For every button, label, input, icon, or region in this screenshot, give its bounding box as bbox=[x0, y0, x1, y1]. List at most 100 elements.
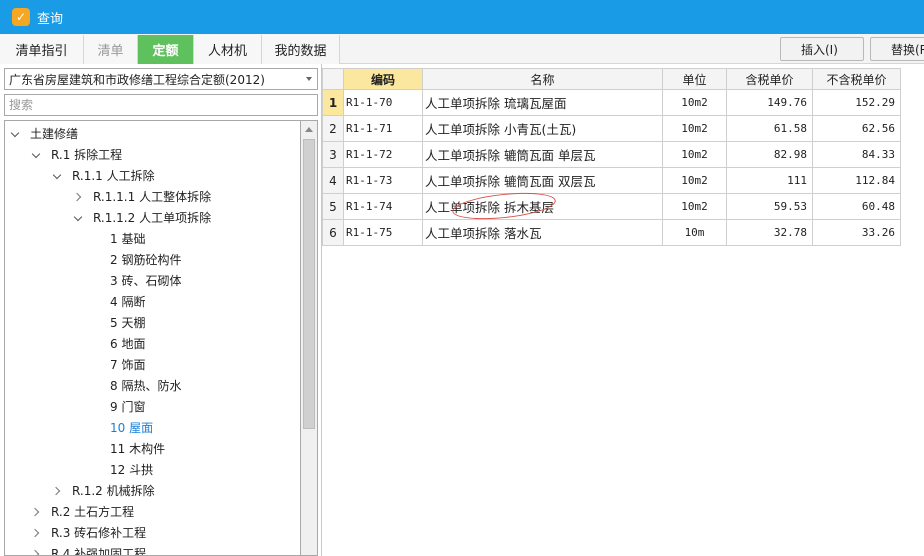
cell-name[interactable]: 人工单项拆除 琉璃瓦屋面 bbox=[422, 89, 663, 116]
table-row[interactable]: 4 R1-1-73 人工单项拆除 辘筒瓦面 双层瓦 10m2 111 112.8… bbox=[322, 167, 901, 194]
cell-name[interactable]: 人工单项拆除 拆木基层 bbox=[422, 193, 663, 220]
cell-notax-price[interactable]: 60.48 bbox=[812, 193, 901, 220]
tree-leaf[interactable]: 6 地面 bbox=[110, 333, 145, 354]
cell-unit[interactable]: 10m2 bbox=[662, 115, 727, 142]
cell-tax-price[interactable]: 111 bbox=[726, 167, 813, 194]
tree-node-label: 4 隔断 bbox=[110, 295, 146, 309]
cell-tax-price[interactable]: 149.76 bbox=[726, 89, 813, 116]
tree-node-label: 5 天棚 bbox=[110, 316, 146, 330]
row-number: 3 bbox=[322, 141, 344, 168]
tree-node-label: R.3 砖石修补工程 bbox=[51, 526, 147, 540]
cell-code[interactable]: R1-1-75 bbox=[343, 219, 423, 246]
tree-node-label: R.1.2 机械拆除 bbox=[72, 484, 155, 498]
tree-node[interactable]: 土建修缮 bbox=[11, 123, 78, 144]
cell-code[interactable]: R1-1-72 bbox=[343, 141, 423, 168]
chevron-down-icon[interactable] bbox=[53, 171, 63, 181]
tree-leaf[interactable]: 5 天棚 bbox=[110, 312, 145, 333]
tree-leaf[interactable]: 3 砖、石砌体 bbox=[110, 270, 181, 291]
column-header-tax-price[interactable]: 含税单价 bbox=[726, 68, 813, 90]
tab-my-data[interactable]: 我的数据 bbox=[262, 35, 340, 64]
row-number: 5 bbox=[322, 193, 344, 220]
chevron-right-icon[interactable] bbox=[32, 549, 42, 556]
tree-node-label: 12 斗拱 bbox=[110, 463, 154, 477]
row-number: 6 bbox=[322, 219, 344, 246]
cell-code[interactable]: R1-1-71 bbox=[343, 115, 423, 142]
cell-notax-price[interactable]: 152.29 bbox=[812, 89, 901, 116]
column-header-notax-price[interactable]: 不含税单价 bbox=[812, 68, 901, 90]
library-select[interactable]: 广东省房屋建筑和市政修缮工程综合定额(2012) bbox=[4, 68, 318, 90]
tree-node[interactable]: R.1.1.1 人工整体拆除 bbox=[74, 186, 211, 207]
cell-notax-price[interactable]: 62.56 bbox=[812, 115, 901, 142]
tree-node-label: R.2 土石方工程 bbox=[51, 505, 135, 519]
tree-node[interactable]: R.1.1 人工拆除 bbox=[53, 165, 155, 186]
quota-tree: 土建修缮 R.1 拆除工程 R.1.1 人工拆除 R.1.1.1 人工整体拆除 … bbox=[4, 120, 300, 556]
tree-node[interactable]: R.3 砖石修补工程 bbox=[32, 522, 146, 543]
cell-code[interactable]: R1-1-70 bbox=[343, 89, 423, 116]
insert-button[interactable]: 插入(I) bbox=[780, 37, 864, 61]
chevron-right-icon[interactable] bbox=[32, 528, 42, 538]
tree-leaf[interactable]: 8 隔热、防水 bbox=[110, 375, 181, 396]
cell-notax-price[interactable]: 112.84 bbox=[812, 167, 901, 194]
tree-node[interactable]: R.1.1.2 人工单项拆除 bbox=[74, 207, 211, 228]
tree-leaf[interactable]: 11 木构件 bbox=[110, 438, 165, 459]
tab-bill[interactable]: 清单 bbox=[84, 35, 138, 64]
tree-leaf[interactable]: 4 隔断 bbox=[110, 291, 145, 312]
tree-node[interactable]: R.2 土石方工程 bbox=[32, 501, 134, 522]
column-header-unit[interactable]: 单位 bbox=[662, 68, 727, 90]
cell-tax-price[interactable]: 61.58 bbox=[726, 115, 813, 142]
tree-node-label: 2 钢筋砼构件 bbox=[110, 253, 182, 267]
table-row[interactable]: 1 R1-1-70 人工单项拆除 琉璃瓦屋面 10m2 149.76 152.2… bbox=[322, 89, 901, 116]
tab-bill-guide[interactable]: 清单指引 bbox=[0, 35, 84, 64]
tree-leaf[interactable]: 2 钢筋砼构件 bbox=[110, 249, 181, 270]
table-row[interactable]: 6 R1-1-75 人工单项拆除 落水瓦 10m 32.78 33.26 bbox=[322, 219, 901, 246]
cell-name[interactable]: 人工单项拆除 落水瓦 bbox=[422, 219, 663, 246]
tree-leaf[interactable]: 7 饰面 bbox=[110, 354, 145, 375]
cell-tax-price[interactable]: 59.53 bbox=[726, 193, 813, 220]
table-row[interactable]: 3 R1-1-72 人工单项拆除 辘筒瓦面 单层瓦 10m2 82.98 84.… bbox=[322, 141, 901, 168]
cell-unit[interactable]: 10m2 bbox=[662, 141, 727, 168]
cell-unit[interactable]: 10m bbox=[662, 219, 727, 246]
chevron-right-icon[interactable] bbox=[53, 486, 63, 496]
cell-notax-price[interactable]: 84.33 bbox=[812, 141, 901, 168]
tab-quota[interactable]: 定额 bbox=[138, 35, 194, 64]
scrollbar-thumb[interactable] bbox=[303, 139, 315, 429]
chevron-down-icon[interactable] bbox=[74, 213, 84, 223]
row-number: 4 bbox=[322, 167, 344, 194]
column-header-name[interactable]: 名称 bbox=[422, 68, 663, 90]
tree-node-label: 11 木构件 bbox=[110, 442, 166, 456]
tab-labor-material-machine[interactable]: 人材机 bbox=[194, 35, 262, 64]
cell-unit[interactable]: 10m2 bbox=[662, 193, 727, 220]
column-header-code[interactable]: 编码 bbox=[343, 68, 423, 90]
cell-name[interactable]: 人工单项拆除 辘筒瓦面 双层瓦 bbox=[422, 167, 663, 194]
tree-node-label: 7 饰面 bbox=[110, 358, 146, 372]
cell-tax-price[interactable]: 82.98 bbox=[726, 141, 813, 168]
tree-node[interactable]: R.1 拆除工程 bbox=[32, 144, 122, 165]
chevron-right-icon[interactable] bbox=[32, 507, 42, 517]
tree-leaf-selected[interactable]: 10 屋面 bbox=[110, 417, 153, 438]
table-row[interactable]: 2 R1-1-71 人工单项拆除 小青瓦(土瓦) 10m2 61.58 62.5… bbox=[322, 115, 901, 142]
tree-node[interactable]: R.4 补强加固工程 bbox=[32, 543, 146, 556]
tree-scrollbar[interactable] bbox=[300, 120, 318, 556]
cell-unit[interactable]: 10m2 bbox=[662, 167, 727, 194]
tree-leaf[interactable]: 9 门窗 bbox=[110, 396, 145, 417]
chevron-right-icon[interactable] bbox=[74, 192, 84, 202]
cell-tax-price[interactable]: 32.78 bbox=[726, 219, 813, 246]
scroll-up-arrow-icon[interactable] bbox=[305, 127, 313, 132]
tree-leaf[interactable]: 12 斗拱 bbox=[110, 459, 153, 480]
search-input[interactable] bbox=[4, 94, 318, 116]
cell-code[interactable]: R1-1-73 bbox=[343, 167, 423, 194]
cell-name[interactable]: 人工单项拆除 小青瓦(土瓦) bbox=[422, 115, 663, 142]
chevron-down-icon[interactable] bbox=[11, 129, 21, 139]
cell-unit[interactable]: 10m2 bbox=[662, 89, 727, 116]
tree-leaf[interactable]: 1 基础 bbox=[110, 228, 145, 249]
table-row[interactable]: 5 R1-1-74 人工单项拆除 拆木基层 10m2 59.53 60.48 bbox=[322, 193, 901, 220]
cell-name[interactable]: 人工单项拆除 辘筒瓦面 单层瓦 bbox=[422, 141, 663, 168]
tree-node[interactable]: R.1.2 机械拆除 bbox=[53, 480, 155, 501]
cell-code[interactable]: R1-1-74 bbox=[343, 193, 423, 220]
replace-button[interactable]: 替换(R bbox=[870, 37, 924, 61]
tree-node-label: 10 屋面 bbox=[110, 421, 154, 435]
tree-node-label: 9 门窗 bbox=[110, 400, 146, 414]
chevron-down-icon[interactable] bbox=[32, 150, 42, 160]
cell-notax-price[interactable]: 33.26 bbox=[812, 219, 901, 246]
dropdown-arrow-icon[interactable] bbox=[306, 77, 312, 81]
